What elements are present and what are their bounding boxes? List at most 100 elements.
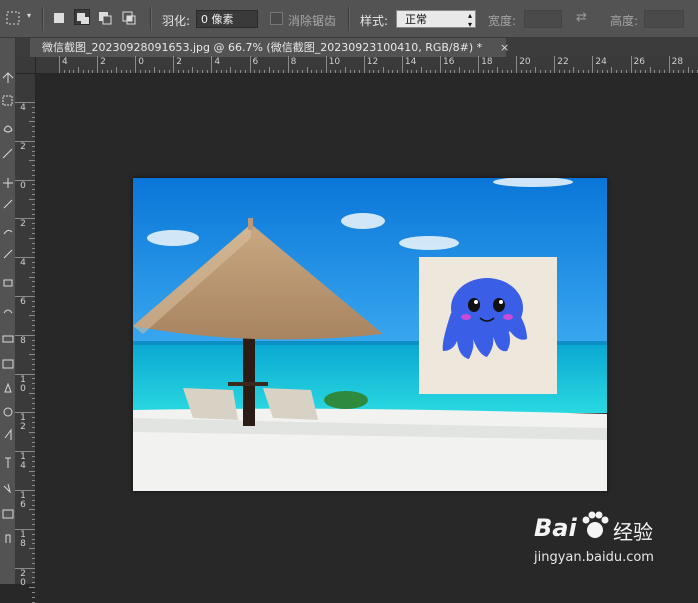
ruler-minor-tick bbox=[32, 523, 35, 525]
ruler-minor-tick bbox=[654, 70, 656, 73]
ruler-tick bbox=[59, 56, 60, 73]
ruler-minor-tick bbox=[463, 70, 465, 73]
ruler-tick bbox=[249, 56, 251, 73]
ruler-minor-tick bbox=[32, 504, 35, 506]
ruler-minor-tick bbox=[120, 70, 122, 73]
ruler-minor-tick bbox=[32, 543, 35, 545]
width-input[interactable] bbox=[524, 10, 562, 28]
swap-icon[interactable]: ⇄ bbox=[576, 10, 587, 25]
ruler-minor-tick bbox=[32, 422, 35, 424]
feather-input[interactable]: 0 像素 bbox=[196, 10, 258, 28]
ruler-minor-tick bbox=[32, 553, 35, 555]
document-tab[interactable]: 微信截图_20230928091653.jpg @ 66.7% (微信截图_20… bbox=[30, 38, 509, 57]
beach-photo bbox=[133, 178, 607, 491]
ruler-minor-tick bbox=[32, 577, 35, 579]
ruler-tick bbox=[287, 56, 289, 73]
ruler-minor-tick bbox=[578, 70, 580, 73]
ruler-minor-tick bbox=[311, 70, 313, 73]
ruler-minor-tick bbox=[640, 70, 642, 73]
ruler-minor-tick bbox=[335, 70, 337, 73]
ruler-minor-tick bbox=[301, 70, 303, 73]
ruler-minor-tick bbox=[106, 70, 108, 73]
height-label: 高度: bbox=[610, 14, 639, 28]
ruler-minor-tick bbox=[487, 70, 489, 73]
ruler-minor-tick bbox=[163, 70, 165, 73]
ruler-minor-tick bbox=[32, 426, 35, 428]
height-input[interactable] bbox=[644, 10, 684, 28]
style-select[interactable]: 正常 ▴ ▾ bbox=[396, 10, 476, 29]
ruler-minor-tick bbox=[32, 131, 35, 133]
ruler-minor-tick bbox=[435, 70, 437, 73]
ruler-minor-tick bbox=[254, 70, 256, 73]
ruler-minor-tick bbox=[278, 70, 280, 73]
ruler-minor-tick bbox=[32, 111, 35, 113]
ruler-minor-tick bbox=[601, 70, 603, 73]
divider bbox=[42, 7, 44, 31]
ruler-minor-tick bbox=[32, 557, 35, 559]
healing-brush-icon bbox=[3, 229, 13, 235]
ruler-minor-tick bbox=[235, 70, 237, 73]
ruler-minor-tick bbox=[411, 70, 413, 73]
ruler-label: 4 bbox=[20, 103, 26, 113]
ruler-minor-tick bbox=[678, 70, 680, 73]
ruler-minor-tick bbox=[32, 145, 35, 147]
chevron-down-icon[interactable]: ▾ bbox=[27, 11, 31, 20]
style-label: 样式: bbox=[360, 14, 389, 28]
ruler-minor-tick bbox=[316, 70, 318, 73]
ruler-minor-tick bbox=[540, 70, 541, 73]
tool-icons[interactable] bbox=[0, 38, 16, 584]
ruler-minor-tick bbox=[568, 70, 570, 73]
ruler-label: 26 bbox=[633, 57, 645, 67]
ruler-minor-tick bbox=[663, 70, 665, 73]
ruler-minor-tick bbox=[230, 67, 232, 73]
ruler-minor-tick bbox=[587, 70, 589, 73]
lasso-tool-icon bbox=[3, 125, 13, 133]
pen-tool-icon bbox=[4, 428, 12, 440]
ruler-minor-tick bbox=[32, 383, 35, 385]
ruler-minor-tick bbox=[32, 286, 35, 288]
close-tab-icon[interactable]: × bbox=[500, 38, 509, 57]
ruler-minor-tick bbox=[354, 70, 356, 73]
ruler-label: 2 bbox=[100, 57, 106, 67]
intersect-selection-icon[interactable] bbox=[122, 11, 136, 25]
gradient-tool-icon bbox=[2, 359, 14, 369]
ruler-minor-tick bbox=[32, 344, 35, 346]
antialias-checkbox[interactable] bbox=[270, 12, 283, 25]
ruler-minor-tick bbox=[32, 184, 35, 186]
ruler-minor-tick bbox=[32, 456, 35, 458]
ruler-minor-tick bbox=[349, 70, 351, 73]
ruler-minor-tick bbox=[201, 70, 203, 73]
document-canvas[interactable] bbox=[133, 178, 607, 491]
ruler-minor-tick bbox=[520, 70, 522, 73]
add-to-selection-icon[interactable] bbox=[74, 9, 90, 25]
ruler-minor-tick bbox=[32, 266, 35, 268]
ruler-minor-tick bbox=[32, 363, 35, 365]
ruler-tick bbox=[401, 56, 403, 73]
ruler-tick bbox=[211, 56, 213, 73]
rectangular-marquee-icon[interactable] bbox=[6, 11, 20, 25]
ruler-minor-tick bbox=[330, 70, 332, 73]
ruler-label: 10 bbox=[328, 57, 341, 67]
ruler-minor-tick bbox=[606, 70, 608, 73]
ruler-minor-tick bbox=[29, 354, 35, 356]
ruler-tick bbox=[592, 56, 594, 73]
ruler-minor-tick bbox=[192, 67, 194, 73]
ruler-label: 18 bbox=[481, 57, 493, 67]
ruler-minor-tick bbox=[468, 70, 470, 73]
ruler-tick bbox=[440, 56, 441, 73]
ruler-minor-tick bbox=[32, 305, 35, 307]
ruler-origin[interactable] bbox=[16, 57, 36, 74]
subtract-from-selection-icon[interactable] bbox=[98, 11, 112, 25]
ruler-minor-tick bbox=[292, 70, 294, 73]
ruler-label: 12 bbox=[20, 413, 26, 433]
ruler-minor-tick bbox=[306, 67, 308, 73]
select-arrows-icon: ▴ ▾ bbox=[467, 11, 472, 29]
ruler-tick bbox=[135, 56, 137, 73]
ruler-minor-tick bbox=[32, 174, 35, 176]
horizontal-ruler[interactable]: 4 2 0 2 4 6 8 10 12 14 16 18 20 22 24 26 28 bbox=[36, 56, 698, 74]
ruler-minor-tick bbox=[32, 417, 35, 419]
ruler-minor-tick bbox=[29, 470, 35, 472]
vertical-ruler[interactable]: 4202468101214161820 bbox=[15, 74, 36, 603]
ruler-minor-tick bbox=[32, 368, 35, 370]
new-selection-icon[interactable] bbox=[52, 11, 66, 25]
